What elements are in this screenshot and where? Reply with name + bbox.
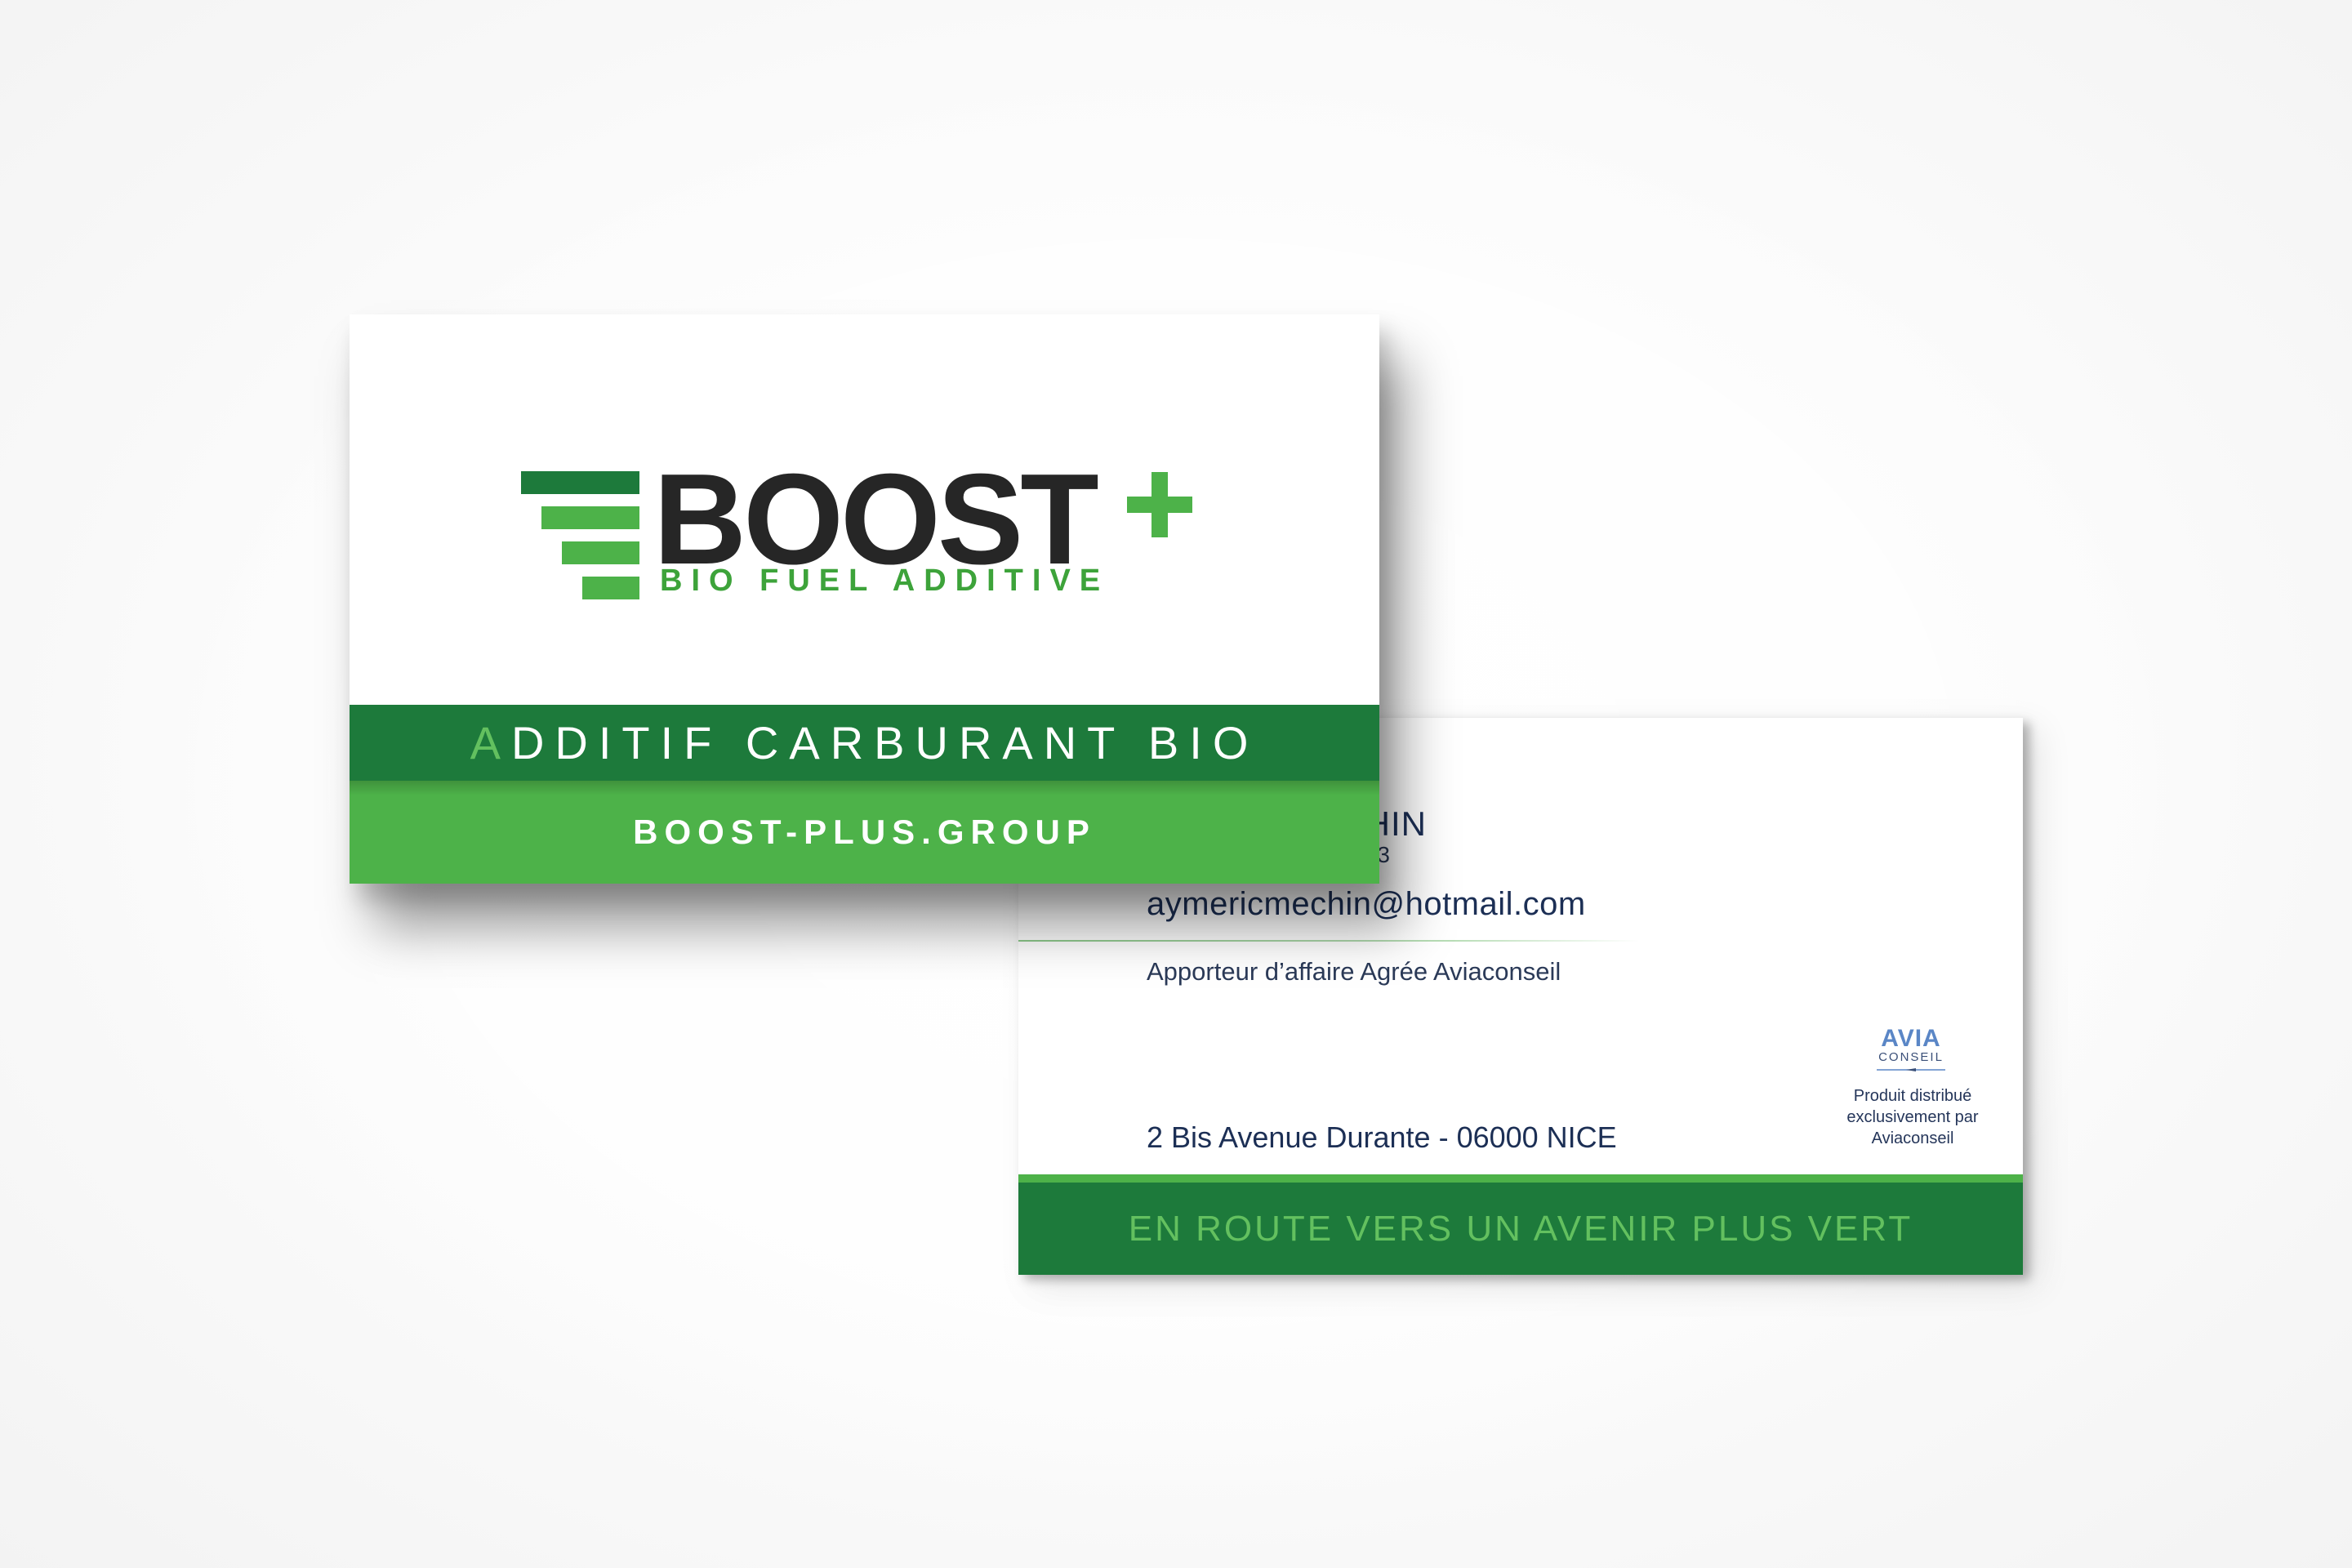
band-shadow xyxy=(350,781,1379,795)
avia-conseil-logo: AVIA CONSEIL xyxy=(1872,1027,1950,1076)
accent-strip xyxy=(1018,1174,2023,1183)
tagline-initial: A xyxy=(470,717,511,768)
business-card-front: BOOST BIO FUEL ADDITIVE ADDITIF CARBURAN… xyxy=(350,314,1379,884)
plus-icon xyxy=(1127,472,1192,537)
brand-tagline: BIO FUEL ADDITIVE xyxy=(660,564,1110,598)
contact-address: 2 Bis Avenue Durante - 06000 NICE xyxy=(1147,1120,1617,1154)
logo-bar xyxy=(582,577,639,599)
contact-role: Apporteur d’affaire Agrée Aviaconseil xyxy=(1147,957,1561,986)
logo-bar xyxy=(541,506,639,529)
speed-bars-icon xyxy=(521,471,644,600)
avia-wing-icon xyxy=(1877,1068,1945,1071)
divider xyxy=(1018,940,1639,942)
tagline-rest: DDITIF CARBURANT BIO xyxy=(510,717,1259,768)
logo-bar xyxy=(521,471,639,494)
logo-bar xyxy=(562,541,639,564)
avia-logo-sub: CONSEIL xyxy=(1878,1050,1944,1064)
avia-logo-word: AVIA xyxy=(1881,1025,1941,1052)
distribution-note: Produit distribué exclusivement par Avia… xyxy=(1846,1087,1979,1147)
contact-email: aymericmechin@hotmail.com xyxy=(1147,886,1586,922)
slogan: EN ROUTE VERS UN AVENIR PLUS VERT xyxy=(1128,1209,1913,1249)
product-tagline: ADDITIF CARBURANT BIO xyxy=(350,719,1379,768)
website-url: BOOST-PLUS.GROUP xyxy=(633,813,1096,851)
